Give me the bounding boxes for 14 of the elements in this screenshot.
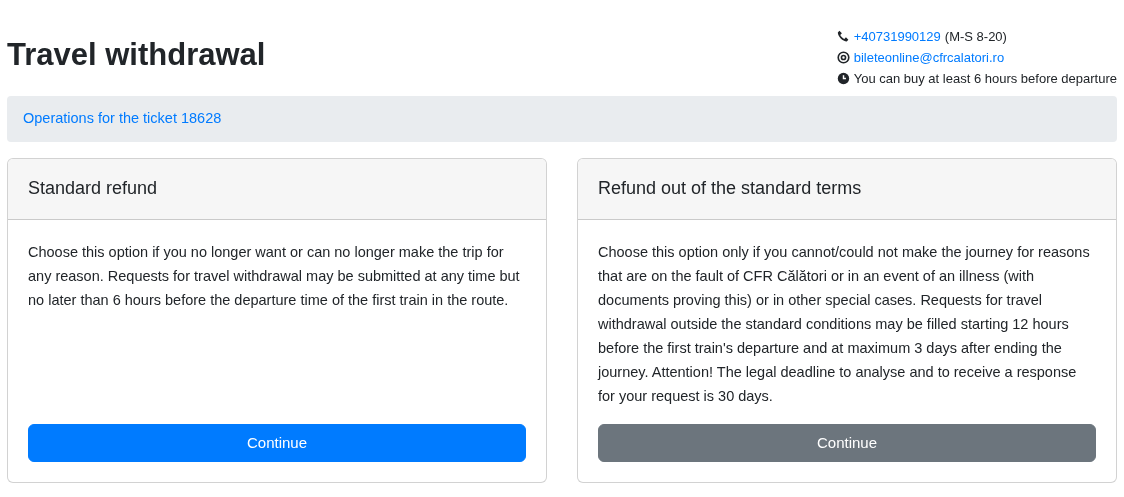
- continue-button[interactable]: Continue: [28, 423, 526, 462]
- card-title: Refund out of the standard terms: [598, 177, 862, 200]
- breadcrumb-link[interactable]: Operations for the ticket 18628: [23, 110, 222, 126]
- email-link[interactable]: bileteonline@cfrcalatori.ro: [853, 47, 1005, 68]
- hours-text: (M-S 8-20): [944, 28, 1007, 46]
- card-description: Choose this option only if you cannot/could not make the journey for reasons that are on the fault of CFR Călători or in an event of an illness (with documents proving this) or in other special cases. Requests for travel withdrawal outside the standard conditions may be filled starting 12 hours before the first train's departure and at maximum 3 days after ending the journey. Attention! The legal deadline to analyse and to receive a response for your request is 30 days.: [598, 242, 1091, 406]
- info-text: You can buy at least 6 hours before departure: [853, 70, 1117, 88]
- card-description: Choose this option if you no longer want or can no longer make the trip for any reason. Requests for travel withdrawal may be submitted at any time but no later than 6 hours before the departure time of the first train in the route.: [28, 242, 521, 310]
- card-title: Standard refund: [28, 177, 158, 200]
- page-title: Travel withdrawal: [7, 36, 266, 74]
- phone-link[interactable]: +40731990129: [853, 26, 941, 47]
- continue-button[interactable]: Continue: [598, 423, 1096, 462]
- clock-icon: [836, 72, 850, 85]
- phone-icon: [836, 30, 850, 43]
